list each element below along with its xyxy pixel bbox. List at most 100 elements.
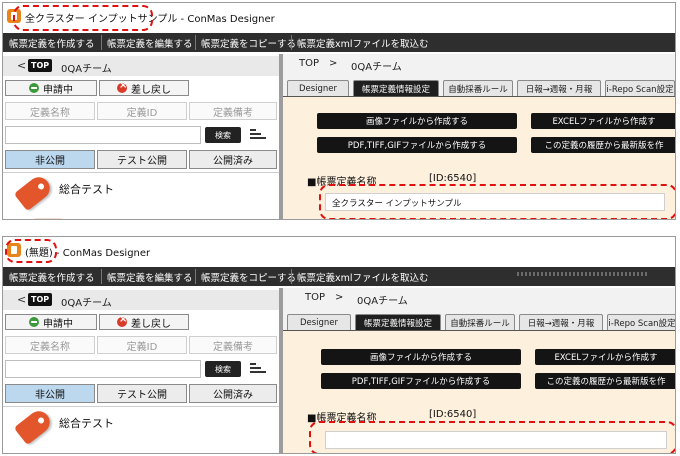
tab-published[interactable]: 公開済み bbox=[189, 150, 277, 169]
search-button[interactable]: 検索 bbox=[205, 127, 241, 143]
pending-button[interactable]: 申請中 bbox=[5, 314, 97, 330]
tab-designer[interactable]: Designer bbox=[287, 314, 351, 330]
search-row: 検索 bbox=[3, 124, 279, 146]
tab-private[interactable]: 非公開 bbox=[5, 150, 95, 169]
tag-icon bbox=[13, 406, 55, 446]
tab-auto-numbering[interactable]: 自動採番ルール bbox=[445, 314, 515, 330]
tab-test-public[interactable]: テスト公開 bbox=[97, 150, 187, 169]
left-breadcrumb: < TOP 0QAチーム bbox=[3, 290, 279, 310]
reject-icon bbox=[117, 314, 127, 327]
top-badge[interactable]: TOP bbox=[28, 293, 53, 306]
pending-icon bbox=[29, 83, 39, 93]
crumb-team: 0QAチーム bbox=[357, 296, 408, 307]
tab-test-public[interactable]: テスト公開 bbox=[97, 384, 187, 403]
col-definition-note[interactable]: 定義備考 bbox=[189, 102, 277, 120]
left-panel: < TOP 0QAチーム 申請中 差し戻し 定義名称 定義ID 定義備考 検索 bbox=[3, 54, 279, 219]
crumb-top[interactable]: TOP bbox=[305, 292, 325, 303]
team-name: 0QAチーム bbox=[61, 298, 112, 309]
tab-daily-report[interactable]: 日報→週報・月報 bbox=[517, 80, 601, 96]
pending-button[interactable]: 申請中 bbox=[5, 80, 97, 96]
tag-icon bbox=[33, 218, 63, 219]
definition-list: 総合テスト bbox=[3, 172, 279, 219]
col-definition-note[interactable]: 定義備考 bbox=[189, 336, 277, 354]
tab-irepo-scan[interactable]: i-Repo Scan設定 bbox=[605, 80, 675, 96]
reject-icon bbox=[117, 80, 127, 93]
crumb-separator: > bbox=[329, 58, 338, 69]
reject-button[interactable]: 差し戻し bbox=[99, 80, 189, 96]
col-definition-id[interactable]: 定義ID bbox=[97, 336, 187, 354]
menu-edit-definition[interactable]: 帳票定義を編集する bbox=[107, 36, 193, 50]
list-item[interactable]: 総合テスト bbox=[59, 181, 114, 197]
column-headers: 定義名称 定義ID 定義備考 bbox=[3, 334, 279, 356]
screenshot-with-title: 全クラスター インプットサンプル - ConMas Designer 帳票定義を… bbox=[2, 2, 676, 220]
create-from-image-button[interactable]: 画像ファイルから作成する bbox=[321, 349, 521, 365]
tab-auto-numbering[interactable]: 自動採番ルール bbox=[443, 80, 513, 96]
search-button[interactable]: 検索 bbox=[205, 361, 241, 377]
crumb-top[interactable]: TOP bbox=[299, 58, 319, 69]
definition-tabs: Designer 帳票定義情報設定 自動採番ルール 日報→週報・月報 i-Rep… bbox=[283, 312, 675, 330]
pending-icon bbox=[29, 317, 39, 327]
window-titlebar: (無題) - ConMas Designer bbox=[3, 237, 675, 263]
create-from-history-button[interactable]: この定義の履歴から最新版を作 bbox=[535, 373, 675, 389]
menu-bar: 帳票定義を作成する 帳票定義を編集する 帳票定義をコピーする 帳票定義xmlファ… bbox=[3, 267, 675, 286]
crumb-team: 0QAチーム bbox=[351, 62, 402, 73]
col-definition-id[interactable]: 定義ID bbox=[97, 102, 187, 120]
tab-definition-info[interactable]: 帳票定義情報設定 bbox=[353, 80, 439, 96]
status-filter-row: 申請中 差し戻し bbox=[3, 312, 279, 332]
search-input[interactable] bbox=[5, 360, 201, 378]
create-from-pdf-button[interactable]: PDF,TIFF,GIFファイルから作成する bbox=[317, 137, 517, 153]
top-badge[interactable]: TOP bbox=[28, 59, 53, 72]
menu-edit-definition[interactable]: 帳票定義を編集する bbox=[107, 270, 193, 284]
team-name: 0QAチーム bbox=[61, 64, 112, 75]
status-filter-row: 申請中 差し戻し bbox=[3, 78, 279, 98]
menu-copy-definition[interactable]: 帳票定義をコピーする bbox=[201, 36, 296, 50]
tab-daily-report[interactable]: 日報→週報・月報 bbox=[519, 314, 603, 330]
publish-tabs: 非公開 テスト公開 公開済み bbox=[3, 148, 279, 170]
publish-tabs: 非公開 テスト公開 公開済み bbox=[3, 382, 279, 404]
screenshot-untitled: (無題) - ConMas Designer 帳票定義を作成する 帳票定義を編集… bbox=[2, 236, 676, 454]
menu-separator bbox=[195, 35, 196, 50]
input-highlight-box bbox=[309, 421, 675, 453]
menu-separator bbox=[101, 269, 102, 284]
menu-import-xml[interactable]: 帳票定義xmlファイルを取込む bbox=[297, 270, 429, 284]
title-highlight-box bbox=[13, 5, 153, 31]
tab-designer[interactable]: Designer bbox=[287, 80, 349, 96]
sort-icon[interactable] bbox=[250, 363, 266, 375]
create-from-pdf-button[interactable]: PDF,TIFF,GIFファイルから作成する bbox=[321, 373, 521, 389]
create-from-image-button[interactable]: 画像ファイルから作成する bbox=[317, 113, 517, 129]
pending-label: 申請中 bbox=[43, 84, 73, 96]
reject-label: 差し戻し bbox=[131, 318, 171, 330]
menu-separator bbox=[101, 35, 102, 50]
definition-list: 総合テスト bbox=[3, 406, 279, 453]
menu-import-xml[interactable]: 帳票定義xmlファイルを取込む bbox=[297, 36, 429, 50]
menu-create-definition[interactable]: 帳票定義を作成する bbox=[9, 270, 95, 284]
create-from-excel-button[interactable]: EXCELファイルから作成す bbox=[531, 113, 675, 129]
tab-published[interactable]: 公開済み bbox=[189, 384, 277, 403]
menu-separator bbox=[291, 269, 292, 284]
create-from-history-button[interactable]: この定義の履歴から最新版を作 bbox=[531, 137, 675, 153]
pending-label: 申請中 bbox=[43, 318, 73, 330]
reject-button[interactable]: 差し戻し bbox=[99, 314, 189, 330]
input-highlight-box bbox=[319, 184, 675, 219]
col-definition-name[interactable]: 定義名称 bbox=[5, 102, 95, 120]
left-breadcrumb: < TOP 0QAチーム bbox=[3, 56, 279, 76]
column-headers: 定義名称 定義ID 定義備考 bbox=[3, 100, 279, 122]
menu-copy-definition[interactable]: 帳票定義をコピーする bbox=[201, 270, 296, 284]
list-item[interactable]: 総合テスト bbox=[59, 415, 114, 431]
right-breadcrumb: TOP > 0QAチーム bbox=[283, 54, 675, 74]
search-input[interactable] bbox=[5, 126, 201, 144]
toolbar-grip[interactable] bbox=[517, 272, 647, 276]
menu-bar: 帳票定義を作成する 帳票定義を編集する 帳票定義をコピーする 帳票定義xmlファ… bbox=[3, 33, 675, 52]
back-icon[interactable]: < bbox=[17, 293, 26, 306]
create-from-excel-button[interactable]: EXCELファイルから作成す bbox=[535, 349, 675, 365]
col-definition-name[interactable]: 定義名称 bbox=[5, 336, 95, 354]
tab-irepo-scan[interactable]: i-Repo Scan設定 bbox=[607, 314, 675, 330]
search-row: 検索 bbox=[3, 358, 279, 380]
tab-definition-info[interactable]: 帳票定義情報設定 bbox=[355, 314, 441, 330]
back-icon[interactable]: < bbox=[17, 59, 26, 72]
sort-icon[interactable] bbox=[250, 129, 266, 141]
menu-create-definition[interactable]: 帳票定義を作成する bbox=[9, 36, 95, 50]
reject-label: 差し戻し bbox=[131, 84, 171, 96]
right-breadcrumb: TOP > 0QAチーム bbox=[283, 288, 675, 308]
tab-private[interactable]: 非公開 bbox=[5, 384, 95, 403]
